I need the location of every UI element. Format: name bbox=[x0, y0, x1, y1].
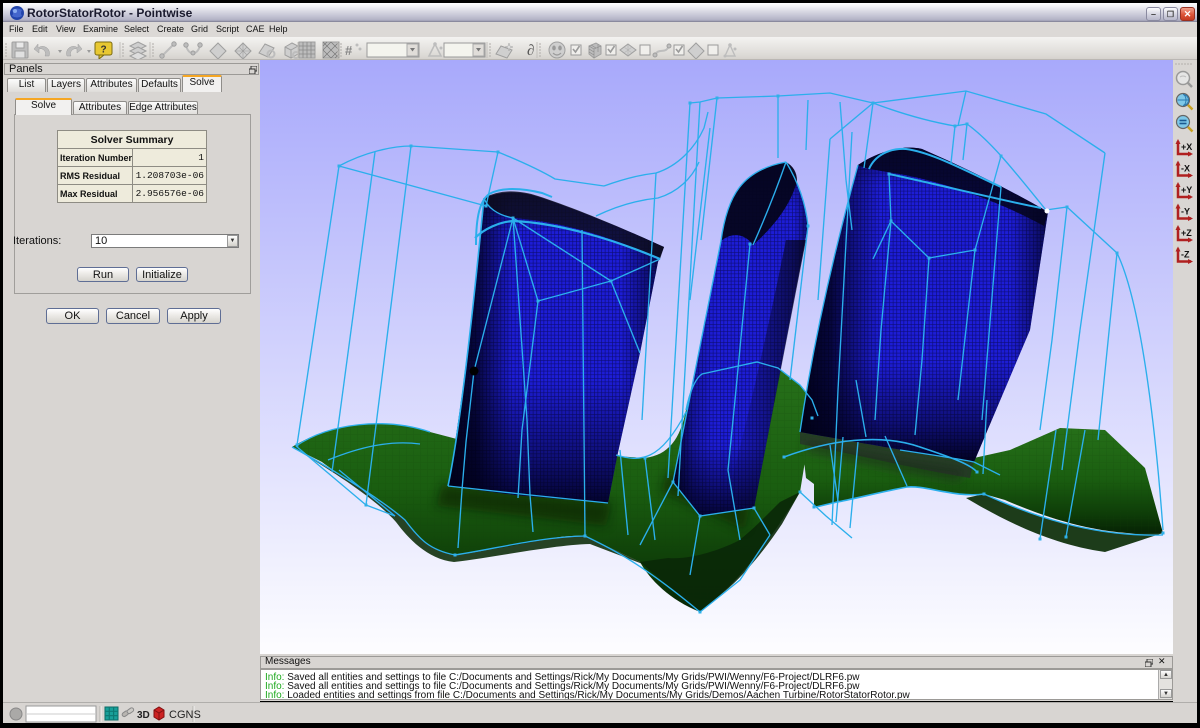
svg-text:∂: ∂ bbox=[527, 43, 534, 59]
svg-text:-Y: -Y bbox=[1181, 207, 1190, 217]
svg-text:+Y: +Y bbox=[1181, 185, 1192, 195]
svg-text:+X: +X bbox=[1181, 142, 1192, 152]
svg-text:CGNS: CGNS bbox=[169, 709, 201, 721]
svg-text:+Z: +Z bbox=[1181, 228, 1192, 238]
svg-text:-X: -X bbox=[1181, 164, 1190, 174]
svg-text:-Z: -Z bbox=[1181, 250, 1190, 260]
svg-text:#: # bbox=[345, 43, 353, 58]
svg-text:?: ? bbox=[100, 45, 106, 56]
svg-text:3D: 3D bbox=[137, 710, 150, 721]
